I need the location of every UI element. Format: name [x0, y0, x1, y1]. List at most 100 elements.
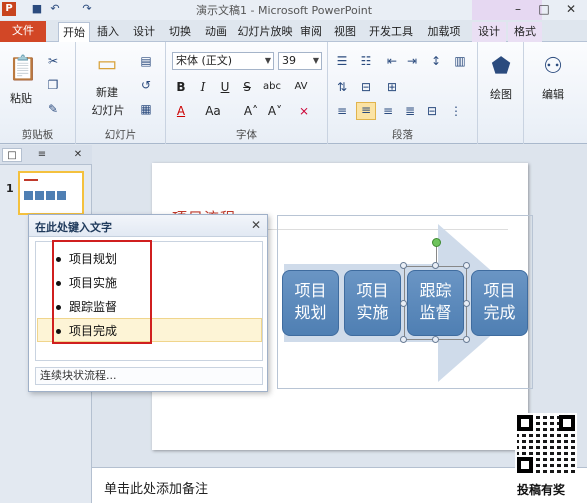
- tab-addins[interactable]: 加载项: [422, 22, 466, 42]
- tab-animations[interactable]: 动画: [200, 22, 232, 42]
- align-left-icon[interactable]: ≡: [334, 104, 350, 118]
- tab-view[interactable]: 视图: [330, 22, 360, 42]
- resize-handle-ne[interactable]: [463, 262, 470, 269]
- font-group: 宋体 (正文) ▼ 39 ▼ B I U S abc AV A Aa A˄ A˅…: [166, 42, 328, 144]
- font-name-value: 宋体 (正文): [176, 54, 233, 67]
- drawing-button-label[interactable]: 绘图: [484, 86, 518, 102]
- justify-icon[interactable]: ≣: [402, 104, 418, 118]
- tab-review[interactable]: 审阅: [296, 22, 326, 42]
- resize-handle-w[interactable]: [400, 300, 407, 307]
- section-icon[interactable]: ▦: [138, 102, 154, 116]
- line-spacing-icon[interactable]: ↕: [428, 54, 444, 68]
- align-text-icon[interactable]: ⊟: [358, 80, 374, 94]
- format-painter-icon[interactable]: ✎: [46, 102, 60, 116]
- qr-finder-bottom-left: [517, 457, 533, 473]
- paste-button-label[interactable]: 粘贴: [6, 90, 36, 106]
- underline-button[interactable]: U: [218, 80, 232, 94]
- tab-home[interactable]: 开始: [58, 22, 90, 43]
- text-pane-close-icon[interactable]: ✕: [251, 218, 261, 232]
- tab-developer[interactable]: 开发工具: [364, 22, 418, 42]
- powerpoint-app-icon[interactable]: P: [2, 2, 16, 16]
- clipboard-group-label: 剪贴板: [21, 129, 54, 141]
- resize-handle-n[interactable]: [432, 262, 439, 269]
- editing-group: ⚇ 编辑: [524, 42, 587, 144]
- paragraph-settings-icon[interactable]: ⋮: [448, 104, 464, 118]
- bullets-icon[interactable]: ☰: [334, 54, 350, 68]
- increase-indent-icon[interactable]: ⇥: [404, 54, 420, 68]
- tab-insert[interactable]: 插入: [92, 22, 124, 42]
- numbering-icon[interactable]: ☷: [358, 54, 374, 68]
- tab-smartart-design[interactable]: 设计: [472, 22, 506, 42]
- layout-icon[interactable]: ▤: [138, 54, 154, 68]
- shrink-font-button[interactable]: A˅: [266, 104, 284, 118]
- italic-button[interactable]: I: [196, 80, 210, 94]
- drawing-group: ⬟ 绘图: [478, 42, 524, 144]
- tab-design[interactable]: 设计: [128, 22, 160, 42]
- align-right-icon[interactable]: ≡: [380, 104, 396, 118]
- new-slide-icon[interactable]: ▭: [94, 52, 120, 78]
- close-button[interactable]: ✕: [558, 0, 584, 18]
- tab-transitions[interactable]: 切换: [164, 22, 196, 42]
- notes-pane[interactable]: 单击此处添加备注: [92, 467, 587, 503]
- character-spacing-button[interactable]: AV: [290, 80, 312, 94]
- align-center-icon[interactable]: ≡: [356, 102, 376, 120]
- tab-smartart-format[interactable]: 格式: [508, 22, 542, 42]
- distributed-icon[interactable]: ⊟: [424, 104, 440, 118]
- tab-slideshow[interactable]: 幻灯片放映: [236, 22, 294, 42]
- editing-button-label[interactable]: 编辑: [536, 86, 570, 102]
- layout-name-link[interactable]: 连续块状流程...: [35, 367, 263, 385]
- clear-format-icon[interactable]: ⨯: [296, 104, 312, 118]
- resize-handle-se[interactable]: [463, 336, 470, 343]
- redo-icon[interactable]: ↷: [80, 2, 94, 16]
- decrease-indent-icon[interactable]: ⇤: [384, 54, 400, 68]
- new-slide-label[interactable]: 新建: [90, 84, 124, 100]
- columns-icon[interactable]: ▥: [452, 54, 468, 68]
- smartart-shape-4[interactable]: 项目 完成: [471, 270, 528, 336]
- resize-handle-e[interactable]: [463, 300, 470, 307]
- smartart-shape-2[interactable]: 项目 实施: [344, 270, 401, 336]
- binoculars-icon[interactable]: ⚇: [540, 54, 566, 80]
- shape-2-line-1: 项目: [356, 281, 389, 300]
- font-group-label: 字体: [236, 129, 257, 141]
- font-color-button[interactable]: A: [174, 104, 188, 118]
- resize-handle-nw[interactable]: [400, 262, 407, 269]
- text-pane-title: 在此处键入文字: [35, 221, 112, 234]
- notes-placeholder[interactable]: 单击此处添加备注: [104, 478, 208, 497]
- paragraph-group: ☰ ☷ ⇤ ⇥ ↕ ▥ ⇅ ⊟ ⊞ ≡ ≡ ≡ ≣ ⊟ ⋮ 段落: [328, 42, 478, 144]
- bold-button[interactable]: B: [174, 80, 188, 94]
- cut-icon[interactable]: ✂: [46, 54, 60, 68]
- pane-tabs: □ ≡ ✕: [0, 145, 92, 165]
- maximize-button[interactable]: □: [531, 0, 557, 18]
- font-name-select[interactable]: 宋体 (正文) ▼: [172, 52, 274, 70]
- slide-number: 1: [6, 182, 14, 195]
- pane-close-icon[interactable]: ✕: [68, 148, 88, 162]
- slides-tab-icon[interactable]: □: [2, 148, 22, 162]
- save-icon[interactable]: ■: [30, 2, 44, 16]
- grow-font-button[interactable]: A˄: [242, 104, 260, 118]
- font-size-select[interactable]: 39 ▼: [278, 52, 322, 70]
- text-pane-header: 在此处键入文字 ✕: [29, 215, 267, 237]
- shadow-button[interactable]: abc: [260, 80, 284, 94]
- highlight-annotation-box: [52, 240, 152, 344]
- font-name-dropdown-icon[interactable]: ▼: [265, 53, 271, 69]
- smartart-shape-1[interactable]: 项目 规划: [282, 270, 339, 336]
- change-case-button[interactable]: Aa: [202, 104, 224, 118]
- resize-handle-sw[interactable]: [400, 336, 407, 343]
- resize-handle-s[interactable]: [432, 336, 439, 343]
- shapes-icon[interactable]: ⬟: [488, 54, 514, 80]
- new-slide-label-2[interactable]: 幻灯片: [86, 102, 130, 118]
- reset-icon[interactable]: ↺: [138, 78, 154, 92]
- text-direction-icon[interactable]: ⇅: [334, 80, 350, 94]
- minimize-button[interactable]: –: [505, 0, 531, 18]
- undo-icon[interactable]: ↶: [48, 2, 62, 16]
- ribbon-tabs: 文件 开始 插入 设计 切换 动画 幻灯片放映 审阅 视图 开发工具 加载项 设…: [0, 20, 587, 43]
- tab-file[interactable]: 文件: [0, 21, 46, 42]
- rotation-handle[interactable]: [432, 238, 441, 247]
- paste-icon[interactable]: 📋: [8, 54, 38, 82]
- convert-smartart-icon[interactable]: ⊞: [384, 80, 400, 94]
- slide-thumbnail[interactable]: [18, 171, 84, 215]
- font-size-dropdown-icon[interactable]: ▼: [313, 53, 319, 69]
- strikethrough-button[interactable]: S: [240, 80, 254, 94]
- copy-icon[interactable]: ❐: [46, 78, 60, 92]
- outline-tab-icon[interactable]: ≡: [32, 148, 52, 162]
